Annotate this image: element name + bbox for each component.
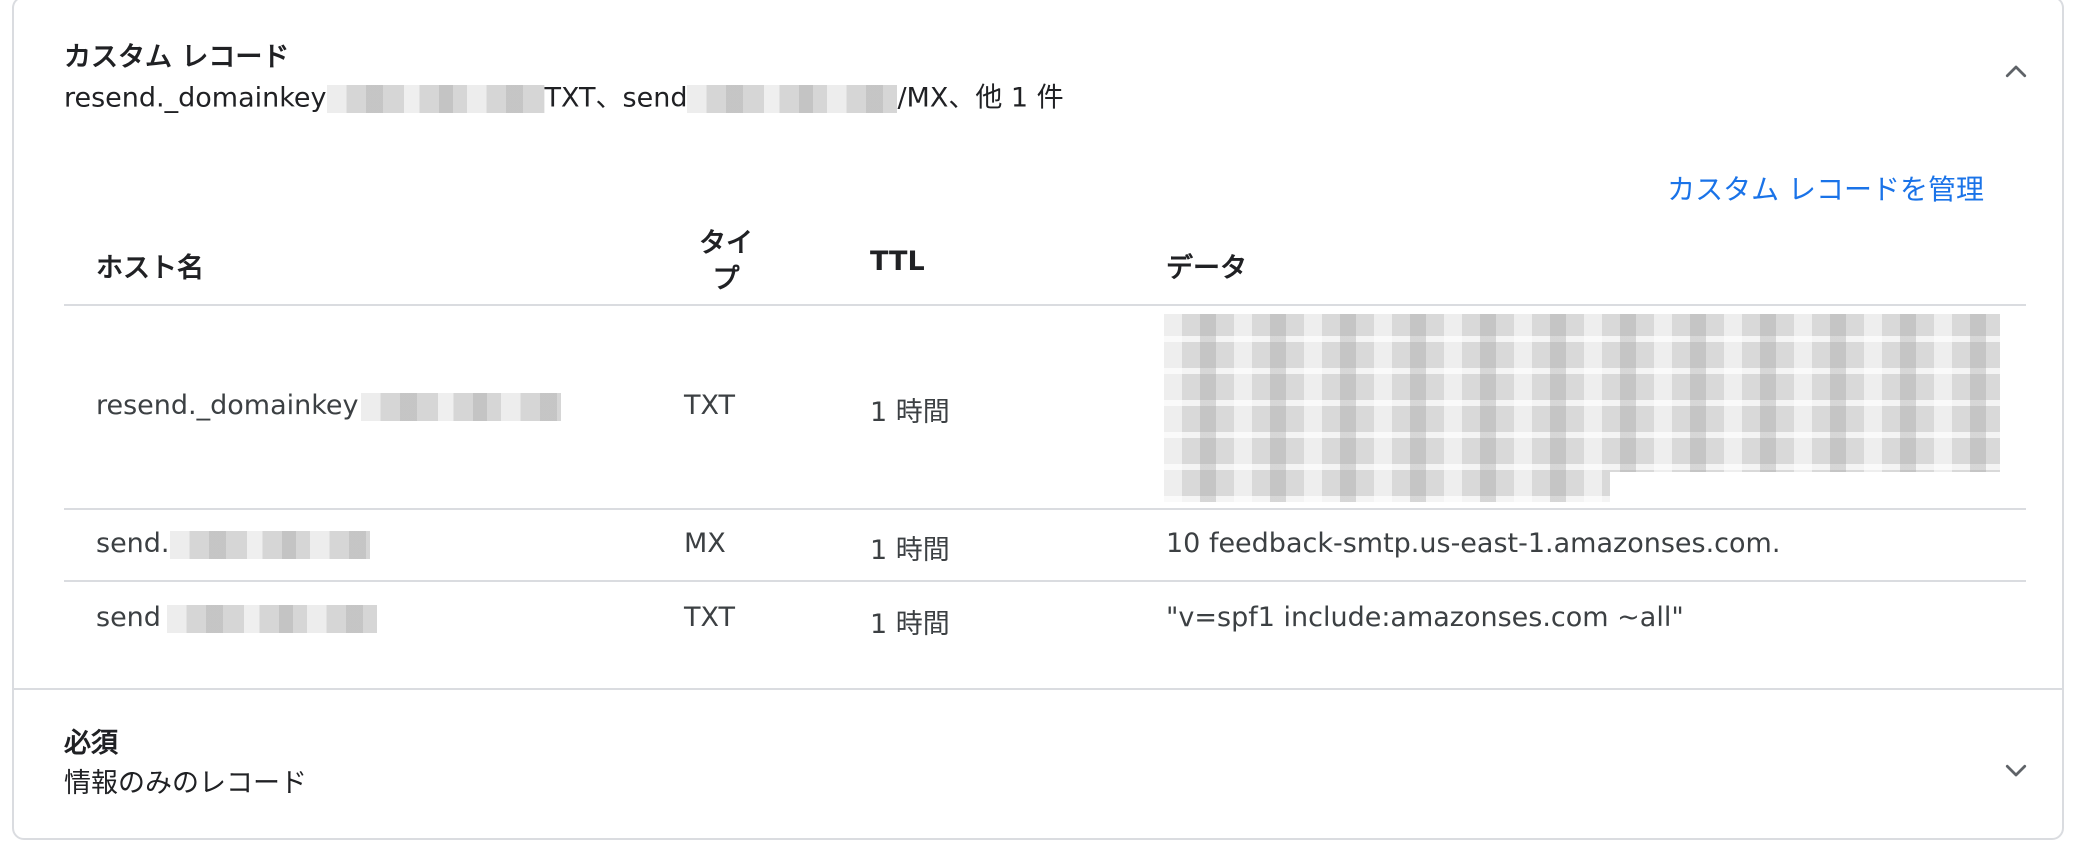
- row-type: TXT: [684, 602, 736, 633]
- row-data: "v=spf1 include:amazonses.com ~all": [1166, 602, 1684, 633]
- row-type: TXT: [684, 390, 736, 421]
- table-row: resend._domainkey TXT 1 時間: [64, 306, 2026, 510]
- required-title: 必須: [64, 728, 118, 759]
- redacted-text: [326, 84, 545, 113]
- custom-records-header[interactable]: カスタム レコード resend._domainkey TXT、send/MX、他…: [64, 40, 2024, 120]
- table-row: send TXT 1 時間 "v=spf1 include:amazonses.…: [64, 582, 2026, 656]
- header-ttl: TTL: [870, 246, 925, 277]
- row-ttl: 1 時間: [870, 397, 950, 428]
- table-header-row: ホスト名 タイプ TTL データ: [64, 220, 2026, 306]
- row-type: MX: [684, 528, 726, 559]
- chevron-down-icon[interactable]: [1996, 750, 2036, 790]
- row-data: 10 feedback-smtp.us-east-1.amazonses.com…: [1166, 528, 1781, 559]
- header-data: データ: [1166, 253, 1247, 284]
- chevron-up-icon[interactable]: [1996, 52, 2036, 92]
- row-host: resend._domainkey: [96, 390, 561, 421]
- row-host: send: [96, 602, 377, 633]
- section-divider: [14, 688, 2062, 690]
- table-row: send. MX 1 時間 10 feedback-smtp.us-east-1…: [64, 510, 2026, 582]
- redacted-text: [360, 392, 561, 421]
- required-records-header[interactable]: 必須 情報のみのレコード: [64, 726, 2024, 806]
- custom-records-summary: resend._domainkey TXT、send/MX、他 1 件: [64, 80, 1064, 117]
- dns-records-card: カスタム レコード resend._domainkey TXT、send/MX、他…: [12, 0, 2064, 840]
- summary-host-1: resend._domainkey: [64, 82, 327, 114]
- row-ttl: 1 時間: [870, 609, 950, 640]
- required-subtitle: 情報のみのレコード: [64, 768, 307, 799]
- row-ttl: 1 時間: [870, 535, 950, 566]
- header-type: タイプ: [699, 228, 753, 295]
- row-host: send.: [96, 528, 370, 559]
- redacted-text: [169, 530, 370, 559]
- redacted-text: [166, 604, 377, 633]
- redacted-data: [1164, 314, 2000, 502]
- header-host: ホスト名: [96, 253, 204, 284]
- summary-more: /MX、他 1 件: [897, 82, 1064, 114]
- records-table: ホスト名 タイプ TTL データ resend._domainkey TXT 1…: [64, 220, 2026, 656]
- manage-custom-records-link[interactable]: カスタム レコードを管理: [1667, 168, 1984, 208]
- custom-records-title: カスタム レコード: [64, 42, 290, 73]
- redacted-text: [687, 84, 898, 113]
- summary-host-2: TXT、send: [544, 82, 688, 114]
